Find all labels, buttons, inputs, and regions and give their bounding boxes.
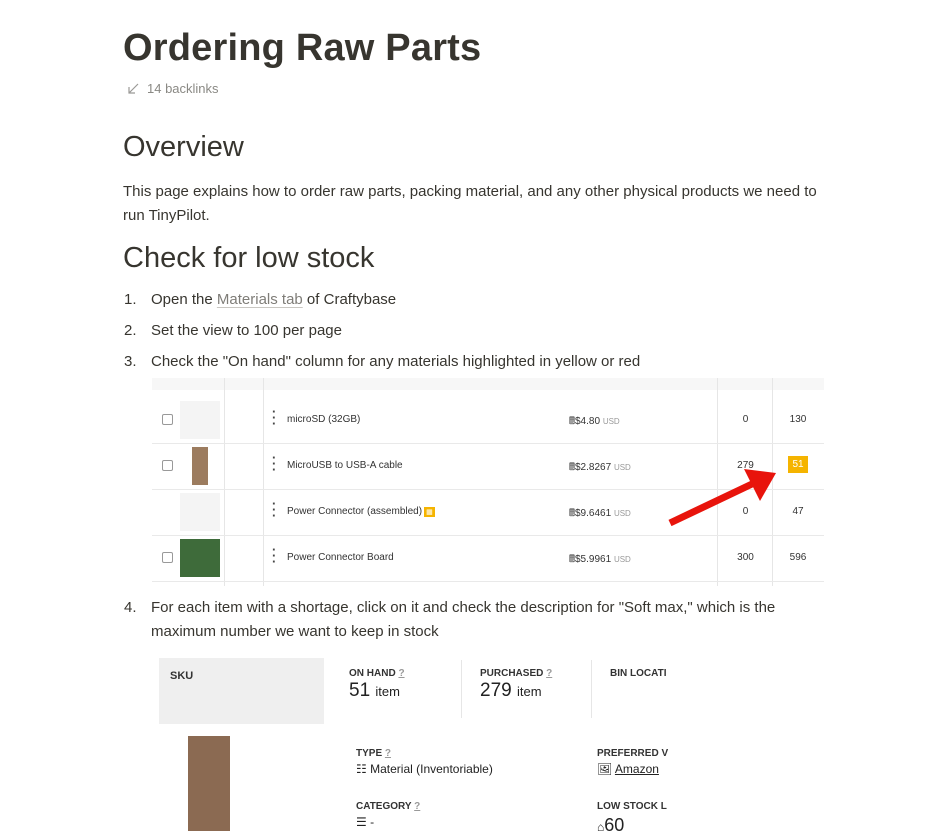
category-icon: ☰ — [356, 815, 367, 829]
material-price: 🖩$5.9961 USD — [569, 554, 631, 565]
list-item: 3. Check the "On hand" column for any ma… — [124, 353, 640, 370]
item-detail-screenshot: SKU ON HAND ? 51 item PURCHASED ? 279 it… — [158, 658, 698, 831]
category-field: CATEGORY ? ☰ - — [356, 801, 421, 829]
row-checkbox[interactable] — [162, 552, 173, 563]
material-price: 🖩$4.80 USD — [569, 416, 620, 427]
step-text: of Craftybase — [302, 291, 397, 308]
menu-dots-icon[interactable]: · · · — [272, 543, 276, 568]
placeholder-thumbnail — [180, 493, 220, 531]
menu-dots-icon[interactable]: · · · — [272, 405, 276, 430]
purchased-count: 0 — [742, 414, 749, 425]
sku-box: SKU — [159, 658, 324, 724]
type-field: TYPE ? ☷ Material (Inventoriable) — [356, 748, 493, 776]
purchased-count: 300 — [737, 552, 754, 563]
material-price: 🖩$2.8267 USD — [569, 462, 631, 473]
cable-photo — [188, 736, 230, 831]
menu-dots-icon[interactable]: · · · — [272, 497, 276, 522]
vendor-link[interactable]: Amazon — [615, 762, 659, 776]
menu-dots-icon[interactable]: · · · — [272, 451, 276, 476]
table-row[interactable]: · · · microSD (32GB) 🖩$4.80 USD 0 130 — [152, 397, 824, 444]
list-number: 1. — [124, 291, 137, 308]
row-checkbox[interactable] — [162, 414, 173, 425]
list-item: 2. Set the view to 100 per page — [124, 322, 342, 339]
on-hand-count-highlighted: 51 — [777, 456, 819, 473]
preferred-vendor-field: PREFERRED V 🖼 Amazon — [597, 748, 669, 776]
materials-table-screenshot: · · · microSD (32GB) 🖩$4.80 USD 0 130 · · · … — [152, 378, 824, 586]
overview-text: This page explains how to order raw part… — [123, 183, 817, 224]
on-hand-count: 130 — [789, 414, 807, 425]
purchased-stat: PURCHASED ? 279 item — [480, 668, 553, 701]
on-hand-count: 47 — [792, 506, 804, 517]
vendor-icon: 🖼 — [597, 762, 613, 776]
row-checkbox[interactable] — [162, 460, 173, 471]
material-price: 🖩$9.6461 USD — [569, 508, 631, 519]
low-stock-field: LOW STOCK L ⌂60 — [597, 801, 667, 831]
backlinks[interactable]: 14 backlinks — [127, 81, 219, 96]
material-name[interactable]: Power Connector (assembled) ▦ — [287, 506, 435, 517]
list-item: 4. For each item with a shortage, click … — [124, 596, 824, 644]
material-name[interactable]: Power Connector Board — [287, 552, 394, 563]
check-heading: Check for low stock — [123, 242, 375, 274]
step-text: Check the "On hand" column for any mater… — [151, 353, 641, 370]
assembly-icon: ▦ — [424, 507, 435, 517]
on-hand-count: 596 — [789, 552, 807, 563]
list-number: 4. — [124, 599, 137, 616]
step-text: Open the — [151, 291, 217, 308]
list-number: 2. — [124, 322, 137, 339]
board-thumbnail — [180, 539, 220, 577]
step-text: For each item with a shortage, click on … — [151, 599, 776, 640]
backlinks-label: 14 backlinks — [147, 81, 219, 96]
step-text: Set the view to 100 per page — [151, 322, 342, 339]
red-arrow-icon — [668, 469, 776, 527]
backlink-arrow-icon — [128, 83, 139, 94]
overview-heading: Overview — [123, 131, 244, 163]
material-name[interactable]: MicroUSB to USB-A cable — [287, 460, 403, 471]
list-number: 3. — [124, 353, 137, 370]
on-hand-stat: ON HAND ? 51 item — [349, 668, 405, 701]
placeholder-thumbnail — [180, 401, 220, 439]
list-item: 1. Open the Materials tab of Craftybase — [124, 291, 396, 308]
bin-location-stat: BIN LOCATI — [610, 668, 667, 679]
material-name[interactable]: microSD (32GB) — [287, 414, 360, 425]
page-title: Ordering Raw Parts — [123, 27, 482, 69]
type-icon: ☷ — [356, 762, 367, 776]
table-row[interactable]: · · · Power Connector Board 🖩$5.9961 USD 3… — [152, 535, 824, 582]
materials-tab-link[interactable]: Materials tab — [217, 291, 303, 308]
cable-thumbnail — [192, 447, 208, 485]
